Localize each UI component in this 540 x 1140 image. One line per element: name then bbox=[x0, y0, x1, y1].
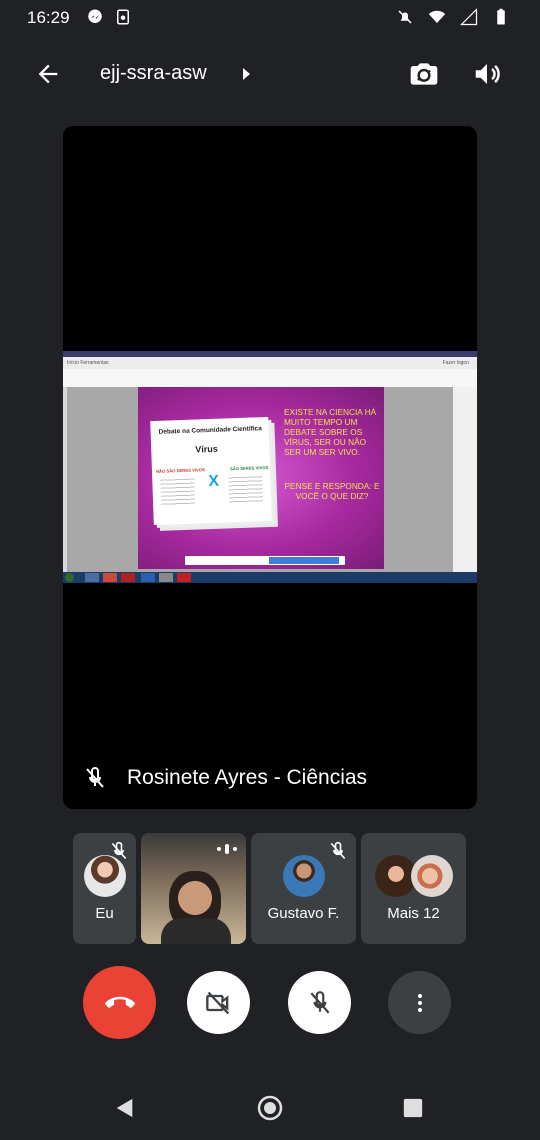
end-call-button[interactable] bbox=[83, 966, 156, 1039]
presenter-name: Rosinete Ayres - Ciências bbox=[127, 766, 368, 789]
battery-icon bbox=[497, 8, 505, 25]
slide: Debate na Comunidade Científica Vírus NÃ… bbox=[138, 387, 384, 569]
caret-right-icon[interactable] bbox=[242, 67, 252, 81]
wifi-icon bbox=[428, 10, 446, 23]
camera-off-icon bbox=[205, 991, 229, 1014]
mic-off-icon bbox=[86, 767, 104, 788]
speaking-indicator-icon bbox=[217, 844, 237, 854]
participant-tile-more[interactable]: Mais 12 bbox=[361, 833, 466, 944]
speaker-icon[interactable] bbox=[472, 59, 502, 89]
messenger-icon bbox=[88, 9, 102, 23]
nav-recents-icon[interactable] bbox=[402, 1097, 424, 1119]
avatar bbox=[283, 855, 325, 897]
more-options-button[interactable] bbox=[388, 971, 451, 1034]
participant-label: Mais 12 bbox=[387, 905, 440, 922]
back-arrow-icon[interactable] bbox=[34, 60, 62, 88]
slide-footer-bar bbox=[185, 556, 345, 565]
camera-toggle-button[interactable] bbox=[187, 971, 250, 1034]
meeting-header: ejj-ssra-asw bbox=[0, 50, 540, 98]
meeting-code[interactable]: ejj-ssra-asw bbox=[100, 62, 207, 85]
signal-icon bbox=[460, 8, 478, 26]
mute-bell-icon bbox=[398, 10, 412, 24]
card-title: Debate na Comunidade Científica bbox=[158, 425, 262, 436]
card-x-mark: X bbox=[208, 472, 220, 491]
participant-tile-gustavo[interactable]: Gustavo F. bbox=[251, 833, 356, 944]
shared-screen: Início Ferramentas Fazer logon Debate na… bbox=[63, 351, 477, 583]
nav-back-icon[interactable] bbox=[114, 1097, 136, 1119]
participant-label: Gustavo F. bbox=[267, 905, 340, 922]
shared-tools-sidebar bbox=[453, 387, 477, 572]
avatar bbox=[411, 855, 453, 897]
participant-tile-speaking[interactable] bbox=[141, 833, 246, 944]
screen-cast-icon bbox=[117, 9, 129, 25]
switch-camera-icon[interactable] bbox=[408, 58, 440, 90]
shared-taskbar bbox=[63, 572, 477, 583]
participant-label: Eu bbox=[95, 905, 114, 922]
card-right-header: SÃO SERES VIVOS bbox=[229, 464, 269, 472]
card-left-header: NÃO SÃO SERES VIVOS bbox=[155, 467, 205, 474]
shared-tabs: Início Ferramentas Fazer logon bbox=[63, 357, 477, 369]
nav-home-icon[interactable] bbox=[256, 1094, 284, 1122]
participant-tile-self[interactable]: Eu bbox=[73, 833, 136, 944]
card-subtitle: Vírus bbox=[195, 443, 218, 455]
status-time: 16:29 bbox=[27, 8, 70, 27]
mic-off-icon bbox=[310, 990, 329, 1013]
debate-card: Debate na Comunidade Científica Vírus NÃ… bbox=[150, 416, 272, 526]
slide-question: EXISTE NA CIENCIA HÁ MUITO TEMPO UM DEBA… bbox=[284, 407, 377, 457]
end-call-icon bbox=[104, 996, 135, 1008]
status-bar: 16:29 bbox=[0, 0, 540, 36]
presentation-tile[interactable]: Início Ferramentas Fazer logon Debate na… bbox=[63, 126, 477, 809]
mic-toggle-button[interactable] bbox=[288, 971, 351, 1034]
avatar bbox=[84, 855, 126, 897]
mic-off-icon bbox=[330, 841, 346, 860]
shared-document-canvas: Debate na Comunidade Científica Vírus NÃ… bbox=[67, 387, 453, 572]
slide-prompt: PENSE E RESPONDA: E VOCÊ O QUE DIZ? bbox=[284, 481, 380, 501]
shared-toolbar bbox=[63, 369, 477, 388]
more-vert-icon bbox=[417, 993, 422, 1012]
